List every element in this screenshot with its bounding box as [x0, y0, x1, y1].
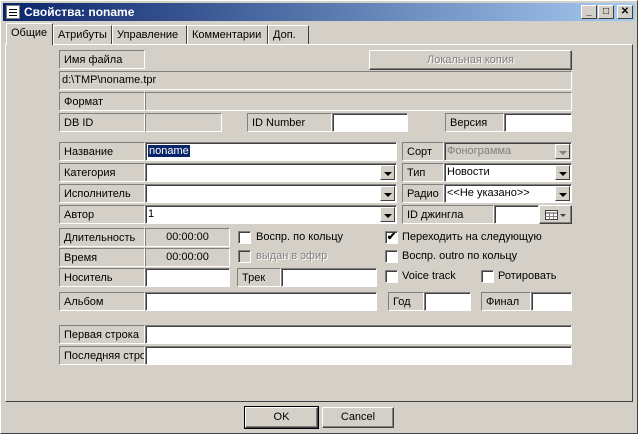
maximize-button[interactable]: □	[598, 5, 614, 19]
filename-label: Имя файла	[59, 50, 145, 69]
sort-label: Сорт	[402, 142, 444, 161]
year-input[interactable]	[424, 292, 471, 311]
calendar-icon	[545, 210, 566, 220]
track-label: Трек	[237, 268, 281, 287]
carrier-input[interactable]	[145, 268, 230, 287]
author-chevron-down-icon[interactable]	[380, 207, 395, 222]
go-next-checkbox[interactable]: ✔	[385, 231, 398, 244]
duration-label: Длительность	[59, 228, 145, 247]
sort-chevron-down-icon	[555, 144, 570, 159]
performer-select[interactable]	[145, 184, 397, 203]
category-chevron-down-icon[interactable]	[380, 165, 395, 180]
format-label: Формат	[59, 92, 145, 111]
rotate-checkbox[interactable]	[481, 270, 494, 283]
idnumber-input[interactable]	[332, 113, 408, 132]
idnumber-label: ID Number	[247, 113, 332, 132]
window-app-icon	[6, 5, 20, 19]
close-button[interactable]: ✕	[617, 5, 633, 19]
sort-select-value: Фонограмма	[447, 145, 512, 157]
final-label: Финал	[481, 292, 531, 311]
cancel-button[interactable]: Cancel	[322, 407, 394, 428]
radio-label: Радио	[402, 184, 444, 203]
sort-select: Фонограмма	[444, 142, 572, 161]
category-select[interactable]	[145, 163, 397, 182]
tab-comments[interactable]: Комментарии	[187, 25, 268, 44]
version-label: Версия	[445, 113, 504, 132]
radio-chevron-down-icon[interactable]	[555, 186, 570, 201]
first-line-input[interactable]	[145, 325, 572, 344]
name-label: Название	[59, 142, 145, 161]
tab-extra[interactable]: Доп.	[268, 25, 309, 44]
aired-checkbox	[238, 250, 251, 263]
last-line-input[interactable]	[145, 346, 572, 365]
first-line-label: Первая строка	[59, 325, 145, 344]
carrier-label: Носитель	[59, 268, 145, 287]
outro-loop-label: Воспр. outro по кольцу	[402, 250, 518, 262]
loop-play-label: Воспр. по кольцу	[256, 231, 344, 243]
performer-label: Исполнитель	[59, 184, 145, 203]
title-bar[interactable]: Свойства: noname _ □ ✕	[3, 3, 635, 21]
album-label: Альбом	[59, 292, 145, 311]
version-input[interactable]	[504, 113, 572, 132]
performer-chevron-down-icon[interactable]	[380, 186, 395, 201]
radio-select-value: <<Не указано>>	[447, 187, 530, 199]
jingle-label: ID джингла	[402, 205, 494, 224]
loop-play-checkbox[interactable]	[238, 231, 251, 244]
duration-field: 00:00:00	[145, 228, 230, 247]
radio-select[interactable]: <<Не указано>>	[444, 184, 572, 203]
tab-attributes[interactable]: Атрибуты	[53, 25, 112, 44]
voice-track-label: Voice track	[402, 270, 456, 282]
voice-track-checkbox[interactable]	[385, 270, 398, 283]
properties-window: Свойства: noname _ □ ✕ Общие Атрибуты Уп…	[0, 0, 638, 434]
type-select[interactable]: Новости	[444, 163, 572, 182]
local-copy-button[interactable]: Локальная копия	[369, 50, 572, 70]
album-input[interactable]	[145, 292, 377, 311]
minimize-button[interactable]: _	[581, 5, 597, 19]
name-input-value: noname	[148, 145, 190, 157]
tab-general[interactable]: Общие	[6, 23, 53, 45]
last-line-label: Последняя стро	[59, 346, 145, 365]
type-select-value: Новости	[447, 166, 490, 178]
rotate-label: Ротировать	[498, 270, 557, 282]
aired-label: выдан в эфир	[256, 250, 328, 262]
ok-button[interactable]: OK	[244, 406, 319, 429]
go-next-check-icon: ✔	[386, 231, 397, 243]
time-label: Время	[59, 248, 145, 267]
tab-control[interactable]: Управление	[112, 25, 187, 44]
outro-loop-checkbox[interactable]	[385, 250, 398, 263]
type-chevron-down-icon[interactable]	[555, 165, 570, 180]
format-field	[145, 92, 572, 111]
category-label: Категория	[59, 163, 145, 182]
author-select[interactable]: 1	[145, 205, 397, 224]
author-label: Автор	[59, 205, 145, 224]
track-input[interactable]	[281, 268, 377, 287]
time-field: 00:00:00	[145, 248, 230, 267]
jingle-input[interactable]	[494, 205, 539, 224]
year-label: Год	[388, 292, 424, 311]
window-title: Свойства: noname	[24, 5, 135, 19]
final-input[interactable]	[531, 292, 572, 311]
dbid-field	[145, 113, 222, 132]
author-select-value: 1	[148, 208, 155, 220]
name-input[interactable]: noname	[145, 142, 397, 161]
dbid-label: DB ID	[59, 113, 145, 132]
go-next-label: Переходить на следующую	[402, 231, 542, 243]
type-label: Тип	[402, 163, 444, 182]
calendar-button[interactable]	[539, 205, 572, 224]
filepath-field: d:\TMP\noname.tpr	[59, 71, 572, 90]
